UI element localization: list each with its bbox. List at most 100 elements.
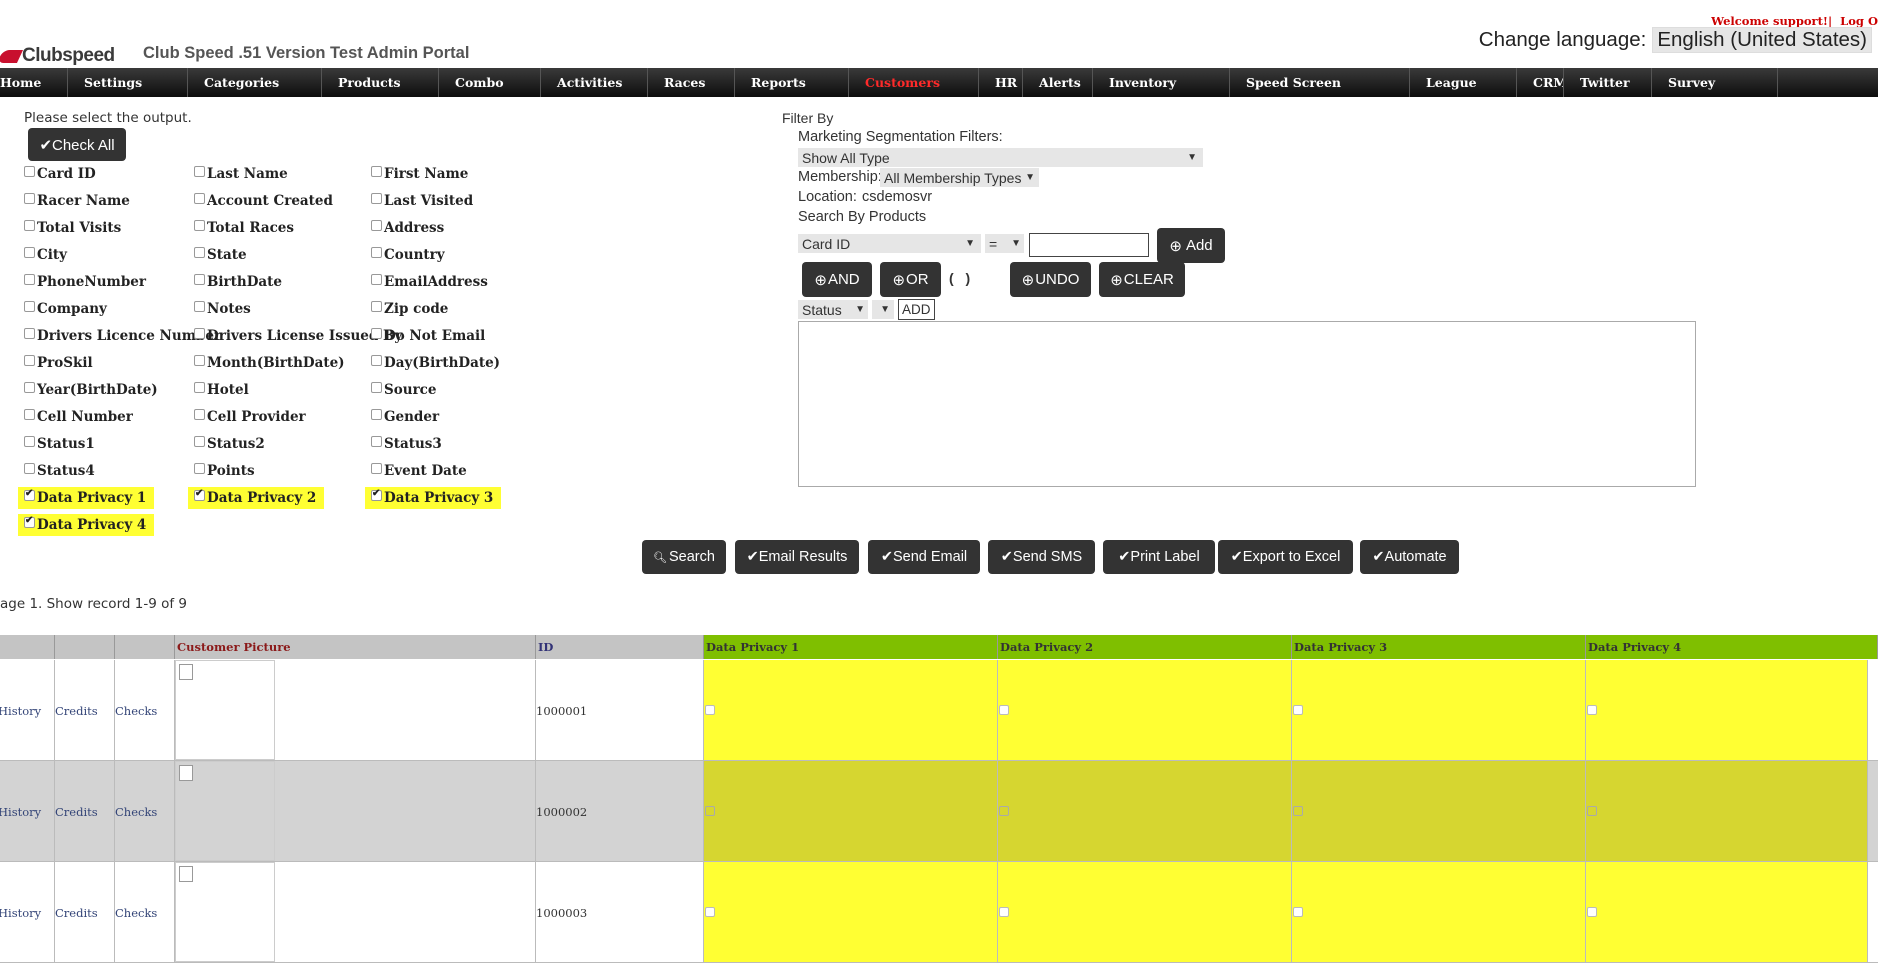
query-textarea[interactable] <box>798 321 1696 487</box>
output-field-cell-number[interactable]: Cell Number <box>24 406 133 428</box>
nav-reports[interactable]: Reports <box>735 68 849 97</box>
checkbox[interactable] <box>24 300 35 312</box>
nav-settings[interactable]: Settings <box>68 68 188 97</box>
checkbox[interactable] <box>371 165 382 177</box>
checkbox[interactable] <box>371 273 382 285</box>
checkbox[interactable] <box>371 462 382 474</box>
data-privacy-checkbox[interactable] <box>999 705 1009 715</box>
checkbox[interactable] <box>194 300 205 312</box>
output-field-data-privacy-2[interactable]: Data Privacy 2 <box>188 487 325 509</box>
credits-link[interactable]: Credits <box>55 704 98 718</box>
status-operator-select[interactable]: ▼ <box>872 300 894 319</box>
output-field-source[interactable]: Source <box>371 379 437 401</box>
checkbox[interactable] <box>371 408 382 420</box>
output-field-account-created[interactable]: Account Created <box>194 190 333 212</box>
checkbox[interactable] <box>24 354 35 366</box>
output-field-racer-name[interactable]: Racer Name <box>24 190 130 212</box>
output-field-last-name[interactable]: Last Name <box>194 163 288 185</box>
output-field-birthdate[interactable]: BirthDate <box>194 271 282 293</box>
data-privacy-checkbox[interactable] <box>1587 705 1597 715</box>
send-email-button[interactable]: ✔Send Email <box>868 540 980 574</box>
output-field-card-id[interactable]: Card ID <box>24 163 96 185</box>
nav-products[interactable]: Products <box>322 68 439 97</box>
checkbox[interactable] <box>194 354 205 366</box>
output-field-address[interactable]: Address <box>371 217 444 239</box>
data-privacy-checkbox[interactable] <box>705 806 715 816</box>
check-all-button[interactable]: ✔Check All <box>28 128 126 161</box>
output-field-points[interactable]: Points <box>194 460 255 482</box>
checks-link[interactable]: Checks <box>115 704 157 718</box>
history-link[interactable]: History <box>0 704 41 718</box>
export-to-excel-button[interactable]: ✔Export to Excel <box>1218 540 1353 574</box>
add-condition-button[interactable]: ⊕ Add <box>1157 228 1225 263</box>
nav-home[interactable]: Home <box>0 68 68 97</box>
membership-select[interactable]: All Membership Types ▼ <box>880 168 1039 187</box>
output-field-last-visited[interactable]: Last Visited <box>371 190 473 212</box>
send-sms-button[interactable]: ✔Send SMS <box>988 540 1095 574</box>
email-results-button[interactable]: ✔Email Results <box>735 540 859 574</box>
product-value-input[interactable] <box>1029 233 1149 257</box>
output-field-first-name[interactable]: First Name <box>371 163 468 185</box>
nav-twitter[interactable]: Twitter <box>1564 68 1652 97</box>
undo-button[interactable]: ⊕ UNDO <box>1010 262 1091 297</box>
checkbox[interactable] <box>24 515 35 528</box>
output-field-data-privacy-3[interactable]: Data Privacy 3 <box>365 487 502 509</box>
nav-alerts[interactable]: Alerts <box>1023 68 1093 97</box>
checkbox[interactable] <box>24 327 35 339</box>
checkbox[interactable] <box>371 488 382 501</box>
checkbox[interactable] <box>24 408 35 420</box>
nav-league[interactable]: League <box>1410 68 1517 97</box>
nav-races[interactable]: Races <box>648 68 735 97</box>
checkbox[interactable] <box>194 327 205 339</box>
output-field-status2[interactable]: Status2 <box>194 433 265 455</box>
checkbox[interactable] <box>194 435 205 447</box>
header-data-privacy-3[interactable]: Data Privacy 3 <box>1292 635 1586 659</box>
print-label-button[interactable]: ✔Print Label <box>1103 540 1215 574</box>
data-privacy-checkbox[interactable] <box>1293 806 1303 816</box>
output-field-emailaddress[interactable]: EmailAddress <box>371 271 488 293</box>
segmentation-select[interactable]: Show All Type ▼ <box>798 148 1203 167</box>
nav-categories[interactable]: Categories <box>188 68 322 97</box>
credits-link[interactable]: Credits <box>55 906 98 920</box>
checkbox[interactable] <box>371 327 382 339</box>
checkbox[interactable] <box>194 462 205 474</box>
checkbox[interactable] <box>24 192 35 204</box>
header-data-privacy-4[interactable]: Data Privacy 4 <box>1586 635 1878 659</box>
output-field-status1[interactable]: Status1 <box>24 433 95 455</box>
output-field-company[interactable]: Company <box>24 298 107 320</box>
output-field-day-birthdate[interactable]: Day(BirthDate) <box>371 352 500 374</box>
field-select[interactable]: Card ID ▼ <box>798 234 981 253</box>
nav-survey[interactable]: Survey <box>1652 68 1778 97</box>
checkbox[interactable] <box>194 219 205 231</box>
checkbox[interactable] <box>194 165 205 177</box>
checkbox[interactable] <box>24 462 35 474</box>
checkbox[interactable] <box>371 300 382 312</box>
header-data-privacy-1[interactable]: Data Privacy 1 <box>704 635 998 659</box>
checkbox[interactable] <box>194 273 205 285</box>
output-field-month-birthdate[interactable]: Month(BirthDate) <box>194 352 345 374</box>
checks-link[interactable]: Checks <box>115 805 157 819</box>
data-privacy-checkbox[interactable] <box>1587 806 1597 816</box>
language-select[interactable]: English (United States) <box>1652 27 1872 53</box>
checkbox[interactable] <box>24 435 35 447</box>
search-button[interactable]: 🔍︎ Search <box>642 540 726 574</box>
header-customer-picture[interactable]: Customer Picture <box>175 635 536 659</box>
checkbox[interactable] <box>194 192 205 204</box>
checkbox[interactable] <box>24 219 35 231</box>
checkbox[interactable] <box>24 273 35 285</box>
output-field-hotel[interactable]: Hotel <box>194 379 249 401</box>
status-select[interactable]: Status ▼ <box>798 300 868 319</box>
checkbox[interactable] <box>24 165 35 177</box>
nav-activities[interactable]: Activities <box>541 68 648 97</box>
checks-link[interactable]: Checks <box>115 906 157 920</box>
credits-link[interactable]: Credits <box>55 805 98 819</box>
data-privacy-checkbox[interactable] <box>705 705 715 715</box>
operator-select[interactable]: = ▼ <box>985 234 1024 253</box>
history-link[interactable]: History <box>0 906 41 920</box>
output-field-zip-code[interactable]: Zip code <box>371 298 448 320</box>
and-button[interactable]: ⊕ AND <box>802 262 872 297</box>
header-id[interactable]: ID <box>536 635 704 659</box>
paren-buttons[interactable]: ( ) <box>949 270 974 286</box>
data-privacy-checkbox[interactable] <box>705 907 715 917</box>
output-field-do-not-email[interactable]: Do Not Email <box>371 325 485 347</box>
